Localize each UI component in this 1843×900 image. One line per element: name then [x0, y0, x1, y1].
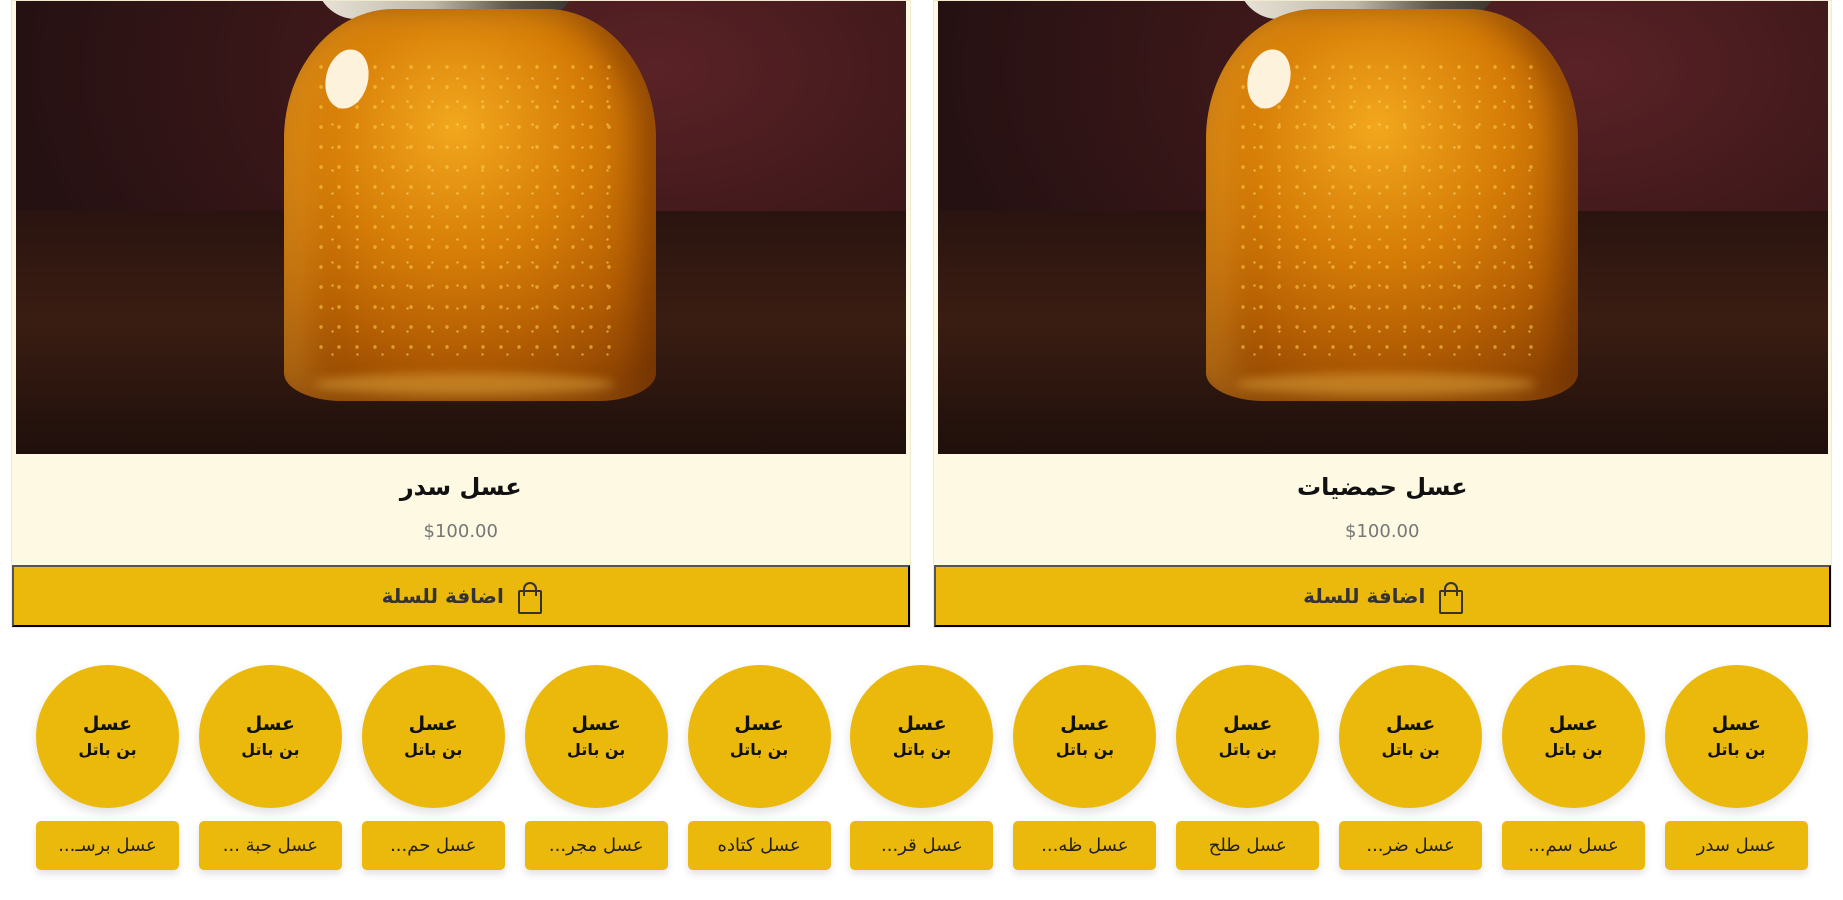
honey-jar-image[interactable]: [16, 1, 906, 454]
category-label[interactable]: عسل حم...: [361, 821, 505, 870]
shopping-bag-icon: [1437, 582, 1464, 614]
logo-text: عسل: [734, 713, 784, 735]
honey-jar-icon: [1196, 1, 1586, 401]
logo-text: عسل: [571, 713, 621, 735]
logo-text: عسل: [1385, 713, 1436, 735]
logo-subtext: بن باتل: [78, 740, 137, 759]
logo-text: عسل: [1548, 713, 1599, 735]
honey-brand-logo: عسل بن باتل: [361, 665, 505, 808]
logo-text: عسل: [1223, 713, 1273, 735]
honey-brand-logo: عسل بن باتل: [1176, 665, 1320, 808]
add-to-cart-label: اضافة للسلة: [381, 584, 504, 608]
product-title[interactable]: عسل حمضيات: [934, 473, 1832, 503]
honey-brand-logo: عسل بن باتل: [1502, 665, 1646, 808]
honey-brand-logo: عسل بن باتل: [1013, 665, 1157, 808]
logo-subtext: بن باتل: [241, 740, 300, 759]
category-item[interactable]: عسل بن باتل عسل طلح: [1176, 665, 1320, 870]
category-label[interactable]: عسل ظه...: [1013, 821, 1157, 870]
category-label[interactable]: عسل برسـ...: [36, 821, 179, 870]
category-label[interactable]: عسل سدر: [1664, 821, 1808, 870]
category-item[interactable]: عسل بن باتل عسل برسـ...: [36, 665, 179, 870]
logo-text: عسل: [897, 713, 947, 735]
honey-brand-logo: عسل بن باتل: [1339, 665, 1483, 808]
logo-text: عسل: [1711, 713, 1762, 735]
honey-brand-logo: عسل بن باتل: [1664, 665, 1808, 808]
product-title[interactable]: عسل سدر: [12, 473, 910, 503]
logo-subtext: بن باتل: [1544, 740, 1603, 759]
shopping-bag-icon: [516, 582, 542, 614]
add-to-cart-button[interactable]: اضافة للسلة: [933, 565, 1831, 627]
category-label[interactable]: عسل مجر...: [524, 821, 668, 870]
honey-brand-logo: عسل بن باتل: [687, 665, 831, 808]
add-to-cart-label: اضافة للسلة: [1303, 584, 1426, 608]
logo-text: عسل: [82, 713, 133, 735]
product-card-sidr-honey: عسل سدر $100.00 اضافة للسلة: [11, 0, 911, 628]
logo-subtext: بن باتل: [1218, 740, 1277, 759]
logo-subtext: بن باتل: [1381, 740, 1440, 759]
category-item[interactable]: عسل بن باتل عسل حبة ...: [198, 665, 342, 870]
logo-subtext: بن باتل: [1707, 740, 1766, 759]
category-carousel: عسل بن باتل عسل سدر عسل بن باتل عسل سم... عس…: [36, 665, 1808, 870]
product-grid: عسل حمضيات $100.00 اضافة للسلة عسل سدر $…: [11, 0, 1832, 628]
category-item[interactable]: عسل بن باتل عسل قر...: [850, 665, 994, 870]
honey-jar-image[interactable]: [937, 1, 1828, 454]
add-to-cart-button[interactable]: اضافة للسلة: [12, 565, 910, 627]
category-item[interactable]: عسل بن باتل عسل ضر...: [1339, 665, 1483, 870]
product-price: $100.00: [1345, 521, 1420, 542]
logo-subtext: بن باتل: [729, 740, 789, 759]
category-item[interactable]: عسل بن باتل عسل كتاده: [687, 665, 831, 870]
logo-text: عسل: [1060, 713, 1110, 735]
honey-brand-logo: عسل بن باتل: [198, 665, 342, 808]
logo-subtext: بن باتل: [567, 740, 626, 759]
category-item[interactable]: عسل بن باتل عسل ظه...: [1013, 665, 1157, 870]
logo-subtext: بن باتل: [1055, 740, 1114, 759]
category-item[interactable]: عسل بن باتل عسل حم...: [361, 665, 505, 870]
logo-text: عسل: [245, 713, 296, 735]
category-label[interactable]: عسل طلح: [1176, 821, 1320, 870]
honey-brand-logo: عسل بن باتل: [524, 665, 668, 808]
honey-brand-logo: عسل بن باتل: [36, 665, 179, 808]
category-label[interactable]: عسل قر...: [850, 821, 994, 870]
product-price: $100.00: [423, 521, 498, 542]
category-item[interactable]: عسل بن باتل عسل سم...: [1502, 665, 1646, 870]
honey-jar-icon: [274, 1, 664, 401]
honey-brand-logo: عسل بن باتل: [850, 665, 994, 808]
category-label[interactable]: عسل كتاده: [687, 821, 831, 870]
category-label[interactable]: عسل حبة ...: [198, 821, 342, 870]
logo-subtext: بن باتل: [892, 740, 952, 759]
category-label[interactable]: عسل سم...: [1502, 821, 1646, 870]
product-card-citrus-honey: عسل حمضيات $100.00 اضافة للسلة: [932, 0, 1832, 628]
category-label[interactable]: عسل ضر...: [1339, 821, 1483, 870]
logo-text: عسل: [408, 713, 458, 735]
logo-subtext: بن باتل: [404, 740, 463, 759]
category-item[interactable]: عسل بن باتل عسل مجر...: [524, 665, 668, 870]
category-item[interactable]: عسل بن باتل عسل سدر: [1664, 665, 1808, 870]
